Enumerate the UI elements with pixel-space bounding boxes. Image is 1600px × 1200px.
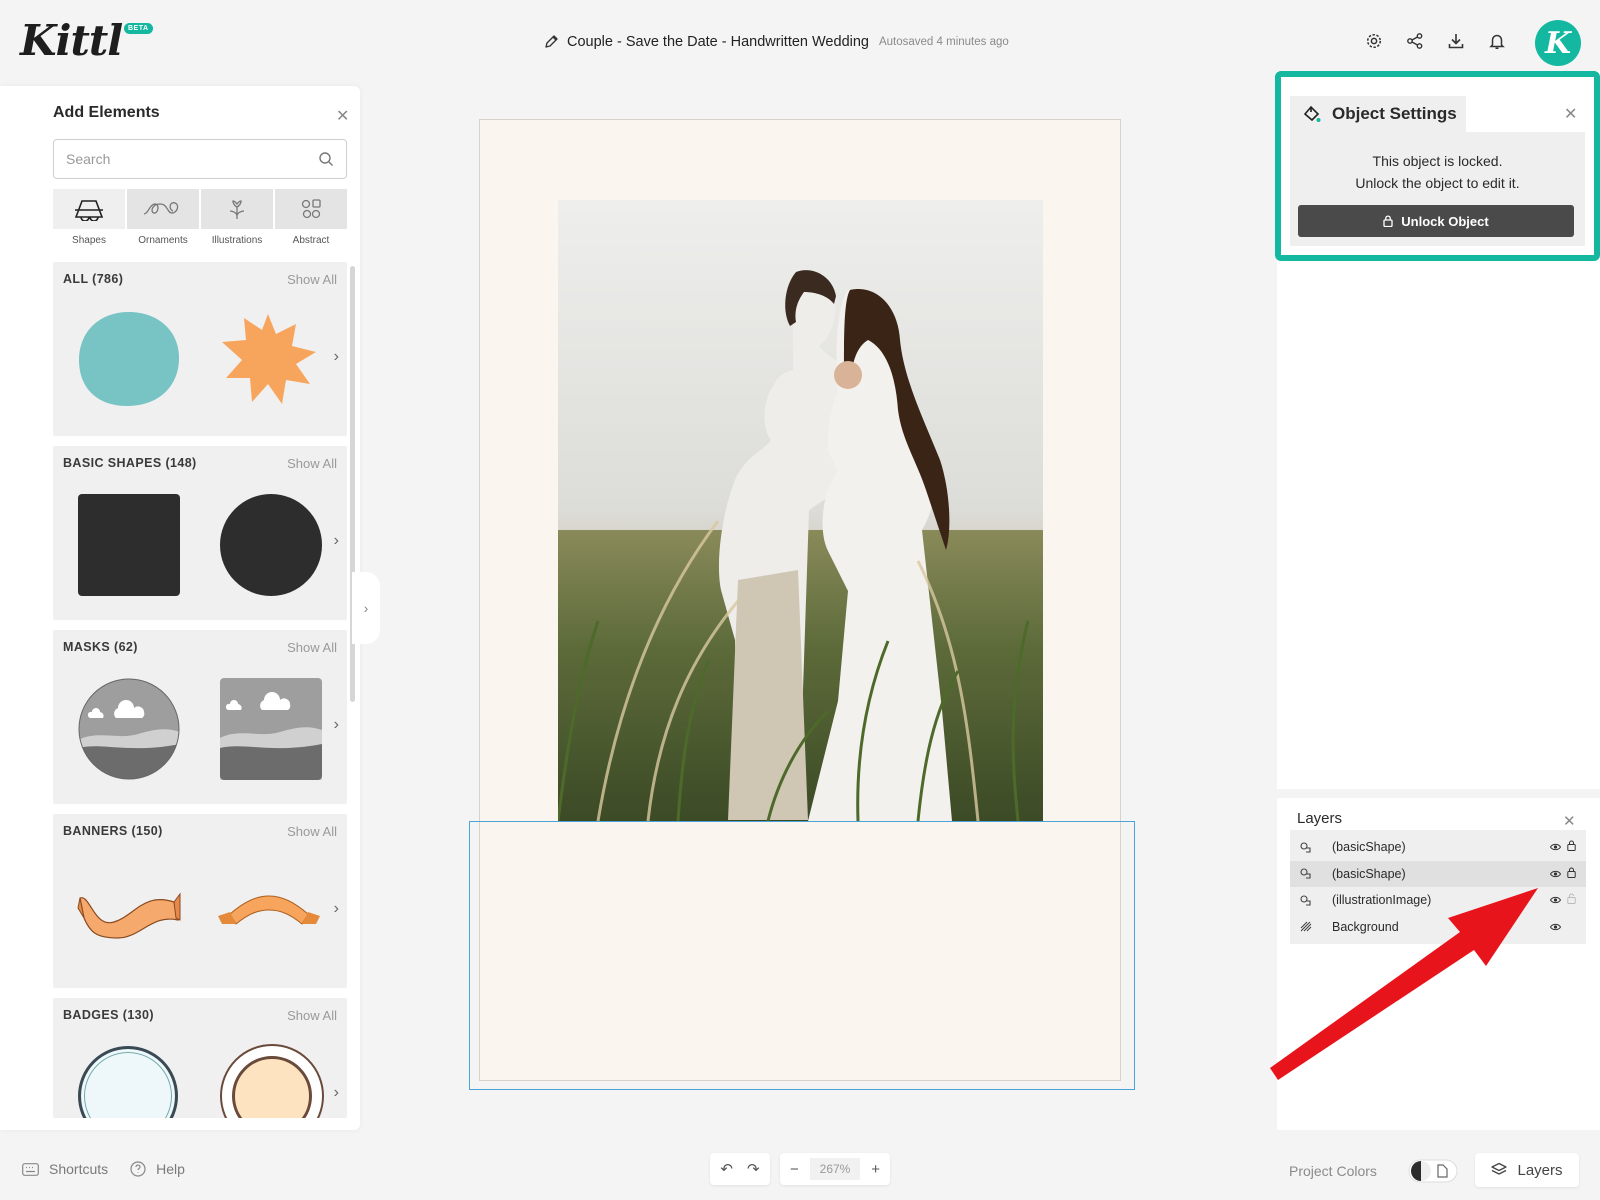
search-icon[interactable] <box>318 151 334 167</box>
undo-icon[interactable]: ↶ <box>720 1160 733 1178</box>
pencil-icon[interactable] <box>543 34 559 50</box>
beta-badge: BETA <box>124 23 153 34</box>
couple-photo[interactable] <box>558 200 1043 821</box>
circle-mask-thumbnail[interactable] <box>78 678 180 780</box>
section-title: MASKS (62) <box>63 640 138 654</box>
tab-label: Ornaments <box>138 235 188 246</box>
help-link[interactable]: Help <box>130 1161 185 1177</box>
add-elements-title: Add Elements <box>53 104 160 121</box>
header-actions <box>1363 30 1508 52</box>
autosave-status: Autosaved 4 minutes ago <box>878 36 1009 48</box>
eye-icon[interactable] <box>1549 840 1562 854</box>
help-label: Help <box>156 1161 185 1177</box>
ornaments-icon <box>143 202 179 215</box>
selection-bounding-box[interactable] <box>469 821 1135 1090</box>
add-elements-panel: Add Elements ✕ Shapes Ornaments Illustra… <box>0 86 360 1130</box>
share-icon[interactable] <box>1404 30 1426 52</box>
search-input[interactable] <box>66 151 318 167</box>
chevron-right-icon[interactable]: › <box>334 348 339 366</box>
close-icon[interactable]: ✕ <box>1563 812 1576 830</box>
user-avatar[interactable]: K <box>1535 20 1581 66</box>
badge-inner <box>232 1056 312 1118</box>
shortcuts-link[interactable]: Shortcuts <box>22 1161 108 1177</box>
document-title-bar: Couple - Save the Date - Handwritten Wed… <box>543 34 1009 50</box>
download-icon[interactable] <box>1445 30 1467 52</box>
section-basic-shapes: BASIC SHAPES (148) Show All › <box>53 446 347 620</box>
category-tabs: Shapes Ornaments Illustrations Abstract <box>53 189 347 246</box>
chevron-right-icon[interactable]: › <box>334 716 339 734</box>
search-field[interactable] <box>53 139 347 179</box>
tab-label: Abstract <box>292 235 330 246</box>
project-colors-label: Project Colors <box>1289 1163 1377 1179</box>
shape-layer-icon <box>1300 842 1314 853</box>
tab-shapes[interactable]: Shapes <box>53 189 125 246</box>
tab-illustrations[interactable]: Illustrations <box>201 189 273 246</box>
circle-shape-thumbnail[interactable] <box>220 494 322 596</box>
shapes-icon <box>74 200 104 221</box>
layers-title: Layers <box>1297 810 1343 827</box>
shortcuts-label: Shortcuts <box>49 1161 109 1177</box>
tab-label: Illustrations <box>211 235 263 246</box>
zoom-in-icon[interactable]: + <box>871 1161 880 1178</box>
bottom-left-links: Shortcuts Help <box>22 1161 185 1177</box>
layer-name: (basicShape) <box>1332 840 1406 855</box>
zoom-level[interactable]: 267% <box>809 1158 861 1180</box>
color-toggle-icon <box>1408 1159 1458 1183</box>
redo-icon[interactable]: ↷ <box>747 1160 760 1178</box>
collapse-panel-handle[interactable]: › <box>352 572 380 644</box>
chevron-right-icon[interactable]: › <box>334 1084 339 1102</box>
show-all-link[interactable]: Show All <box>287 1008 337 1023</box>
square-mask-thumbnail[interactable] <box>220 678 322 780</box>
project-colors-toggle[interactable] <box>1408 1159 1458 1183</box>
chevron-right-icon[interactable]: › <box>334 532 339 550</box>
section-badges: BADGES (130) Show All › <box>53 998 347 1118</box>
layers-icon <box>1491 1162 1508 1175</box>
badge-thumbnail[interactable] <box>220 1044 324 1118</box>
help-icon <box>130 1161 146 1177</box>
chevron-right-icon[interactable]: › <box>334 900 339 918</box>
keyboard-icon <box>22 1162 39 1176</box>
arc-banner-thumbnail[interactable] <box>216 886 322 936</box>
chevron-right-icon: › <box>363 600 369 616</box>
zoom-out-icon[interactable]: − <box>790 1161 799 1178</box>
star-burst-thumbnail[interactable] <box>216 312 320 406</box>
square-shape-thumbnail[interactable] <box>78 494 180 596</box>
illustrations-icon <box>229 200 245 219</box>
section-masks: MASKS (62) Show All › <box>53 630 347 804</box>
layer-row[interactable]: (basicShape) <box>1290 834 1586 861</box>
kittl-logo[interactable]: Kittl <box>20 16 123 65</box>
gear-icon[interactable] <box>1363 30 1385 52</box>
show-all-link[interactable]: Show All <box>287 272 337 287</box>
blob-shape-thumbnail[interactable] <box>77 310 181 408</box>
history-controls: ↶ ↷ <box>710 1153 770 1185</box>
section-title: BADGES (130) <box>63 1008 154 1022</box>
layers-button-label: Layers <box>1517 1161 1563 1179</box>
tab-abstract[interactable]: Abstract <box>275 189 347 246</box>
layers-toggle-button[interactable]: Layers <box>1475 1153 1579 1187</box>
document-title[interactable]: Couple - Save the Date - Handwritten Wed… <box>567 34 869 50</box>
section-all: ALL (786) Show All › <box>53 262 347 436</box>
tab-ornaments[interactable]: Ornaments <box>127 189 199 246</box>
wave-banner-thumbnail[interactable] <box>76 882 182 942</box>
close-icon[interactable]: ✕ <box>336 106 349 126</box>
section-title: BASIC SHAPES (148) <box>63 456 197 470</box>
bell-icon[interactable] <box>1486 30 1508 52</box>
section-banners: BANNERS (150) Show All › <box>53 814 347 988</box>
zoom-controls: − 267% + <box>780 1153 890 1185</box>
abstract-icon <box>301 199 321 219</box>
section-title: ALL (786) <box>63 272 124 286</box>
show-all-link[interactable]: Show All <box>287 824 337 839</box>
object-settings-highlight <box>1275 71 1600 261</box>
show-all-link[interactable]: Show All <box>287 456 337 471</box>
show-all-link[interactable]: Show All <box>287 640 337 655</box>
badge-thumbnail[interactable] <box>78 1046 178 1118</box>
section-title: BANNERS (150) <box>63 824 163 838</box>
tab-label: Shapes <box>72 235 106 246</box>
annotation-arrow <box>1270 888 1538 1080</box>
lock-icon[interactable] <box>1567 840 1576 854</box>
